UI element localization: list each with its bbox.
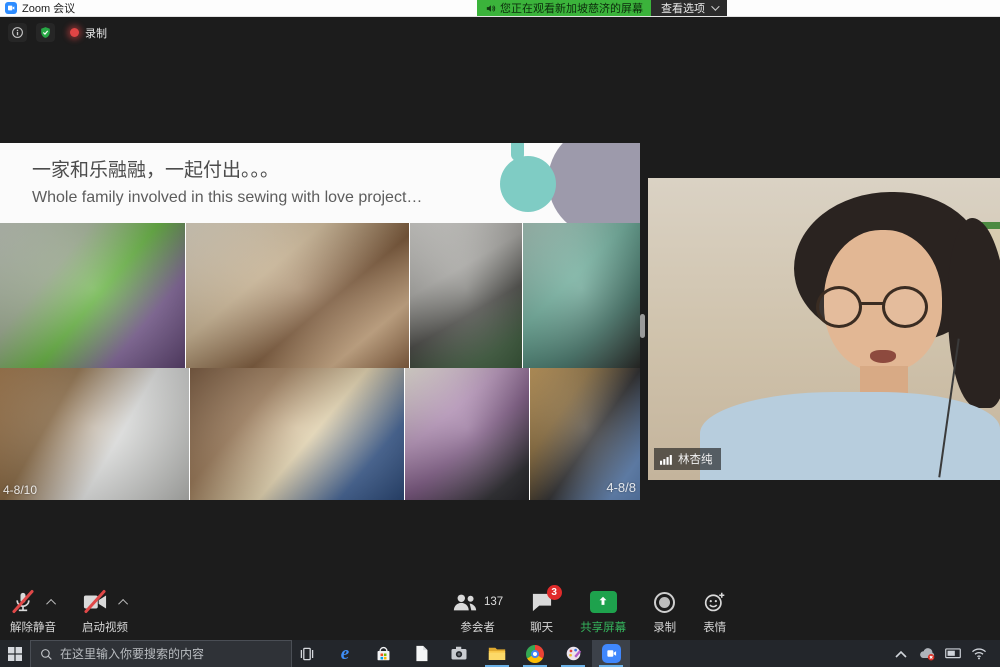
record-label: 录制 — [653, 619, 676, 635]
share-screen-icon — [590, 591, 617, 613]
search-input[interactable] — [60, 647, 282, 661]
taskbar-search[interactable] — [30, 640, 292, 667]
glasses-left-lens — [816, 286, 862, 328]
collage-photo-2 — [186, 223, 410, 368]
collage-photo-4 — [523, 223, 640, 368]
taskbar-app-chrome[interactable] — [516, 640, 554, 667]
reactions-icon — [704, 591, 726, 613]
record-button[interactable]: 录制 — [653, 588, 676, 635]
zoom-taskbar-icon — [602, 644, 621, 663]
participant-hair-side — [948, 218, 1000, 408]
participant-mouth — [870, 350, 896, 363]
collage-photo-1 — [0, 223, 186, 368]
tray-chevron-up-icon[interactable] — [890, 650, 912, 658]
participant-video-tile: 林杏纯 — [648, 178, 1000, 480]
glasses-right-lens — [882, 286, 928, 328]
audio-level-icon — [660, 454, 673, 465]
taskbar-app-zoom[interactable] — [592, 640, 630, 667]
participant-shirt — [700, 392, 1000, 480]
share-screen-label: 共享屏幕 — [580, 619, 626, 635]
glasses-bridge — [860, 302, 884, 305]
taskbar-apps — [326, 640, 630, 667]
photo-collage: 4-8/10 4-8/8 — [0, 223, 640, 500]
record-icon — [654, 592, 675, 613]
collage-photo-5 — [0, 368, 190, 500]
speaker-icon — [485, 3, 496, 14]
document-icon — [414, 645, 429, 662]
watching-banner-message: 您正在观看新加坡慈济的屏幕 — [477, 0, 651, 16]
start-video-button[interactable]: 启动视频 — [82, 588, 128, 635]
recording-indicator: 录制 — [70, 25, 107, 41]
participants-icon — [452, 592, 478, 612]
panel-resize-handle[interactable] — [640, 314, 645, 338]
security-shield-button[interactable] — [36, 23, 55, 42]
chat-button[interactable]: 3 聊天 — [530, 588, 553, 635]
chrome-icon — [526, 645, 544, 663]
slide-title-chinese: 一家和乐融融，一起付出。。。 — [32, 155, 279, 182]
collage-photo-6 — [190, 368, 405, 500]
wifi-icon[interactable] — [968, 647, 990, 660]
participant-name-tag: 林杏纯 — [654, 448, 721, 470]
chat-unread-badge: 3 — [547, 585, 562, 600]
zoom-app-icon — [5, 2, 17, 14]
slide-title-english: Whole family involved in this sewing wit… — [32, 189, 422, 207]
taskbar-app-store[interactable] — [364, 640, 402, 667]
taskbar-app-camera[interactable] — [440, 640, 478, 667]
onedrive-error-icon[interactable] — [916, 646, 938, 661]
recording-label: 录制 — [85, 25, 107, 41]
share-screen-button[interactable]: 共享屏幕 — [580, 588, 626, 635]
shared-screen-slide: 一家和乐融融，一起付出。。。 Whole family involved in … — [0, 143, 640, 500]
video-options-chevron-icon[interactable] — [118, 598, 128, 608]
audio-options-chevron-icon[interactable] — [46, 598, 56, 608]
camera-off-icon — [82, 589, 108, 615]
zoom-meeting-window: Zoom 会议 您正在观看新加坡慈济的屏幕 查看选项 录制 — [0, 0, 1000, 667]
camera-app-icon — [450, 646, 468, 661]
view-options-label: 查看选项 — [661, 0, 705, 16]
participants-label: 参会者 — [460, 619, 495, 635]
participant-name: 林杏纯 — [678, 451, 713, 467]
window-title: Zoom 会议 — [22, 0, 75, 16]
view-options-button[interactable]: 查看选项 — [651, 0, 727, 16]
meeting-info-button[interactable] — [8, 23, 27, 42]
display-tray-icon[interactable] — [942, 647, 964, 661]
taskbar-app-document[interactable] — [402, 640, 440, 667]
photo-watermark-right: 4-8/8 — [606, 480, 636, 495]
photo-watermark-left: 4-8/10 — [3, 483, 37, 497]
chat-icon: 3 — [531, 592, 553, 612]
windows-taskbar — [0, 640, 1000, 667]
reactions-label: 表情 — [703, 619, 726, 635]
system-tray — [890, 640, 1000, 667]
participants-count: 137 — [484, 596, 503, 608]
participants-button[interactable]: 137 参会者 — [452, 588, 503, 635]
task-view-button[interactable] — [292, 640, 322, 667]
watching-banner: 您正在观看新加坡慈济的屏幕 查看选项 — [477, 0, 727, 16]
meeting-indicators: 录制 — [8, 23, 107, 42]
search-icon — [40, 648, 53, 661]
chat-label: 聊天 — [530, 619, 553, 635]
reactions-button[interactable]: 表情 — [703, 588, 726, 635]
collage-row-2 — [0, 368, 640, 500]
slide-decoration-teal-circle — [500, 156, 556, 212]
store-icon — [375, 645, 392, 662]
edge-icon — [341, 643, 349, 665]
taskbar-app-edge[interactable] — [326, 640, 364, 667]
paint-icon — [565, 645, 582, 662]
collage-photo-7 — [405, 368, 530, 500]
file-explorer-icon — [488, 646, 506, 661]
start-video-label: 启动视频 — [82, 619, 128, 635]
slide-header: 一家和乐融融，一起付出。。。 Whole family involved in … — [0, 143, 640, 223]
taskbar-app-file-explorer[interactable] — [478, 640, 516, 667]
recording-dot-icon — [70, 28, 79, 37]
chevron-down-icon — [711, 2, 719, 10]
collage-row-1 — [0, 223, 640, 368]
unmute-button[interactable]: 解除静音 — [10, 588, 56, 635]
taskbar-app-paint[interactable] — [554, 640, 592, 667]
watching-banner-text: 您正在观看新加坡慈济的屏幕 — [500, 0, 643, 16]
unmute-label: 解除静音 — [10, 619, 56, 635]
collage-photo-3 — [410, 223, 523, 368]
start-button[interactable] — [0, 640, 30, 667]
microphone-muted-icon — [10, 589, 36, 615]
toolbar-left-group: 解除静音 启动视频 — [10, 588, 128, 635]
toolbar-center-group: 137 参会者 3 聊天 共享屏幕 录制 — [452, 588, 726, 635]
